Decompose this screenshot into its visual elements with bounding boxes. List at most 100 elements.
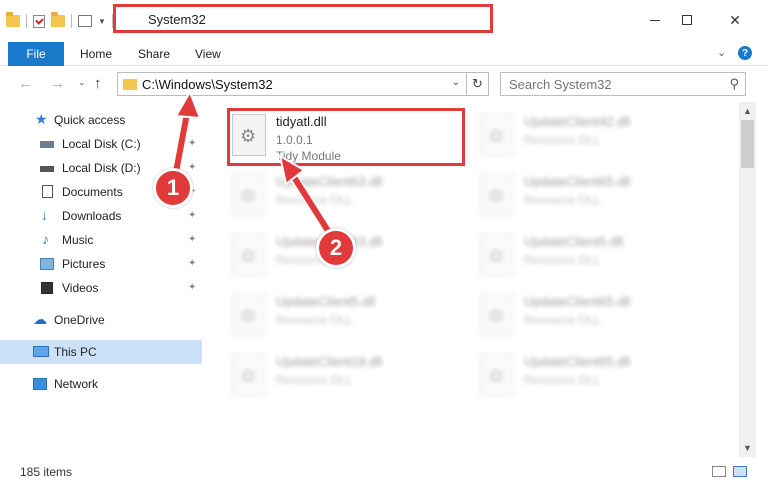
file-tile[interactable]: ⚙ UpdateClient65.dll Resource DLL xyxy=(476,346,706,404)
details-view-icon[interactable] xyxy=(712,466,726,477)
this-pc-icon xyxy=(33,346,49,357)
folder-icon xyxy=(123,79,137,90)
file-name: UpdateClient65.dll xyxy=(524,294,631,309)
scrollbar-thumb[interactable] xyxy=(741,120,754,168)
documents-icon xyxy=(42,185,53,198)
up-arrow-icon[interactable]: ↑ xyxy=(94,75,102,92)
pin-icon: ✦ xyxy=(188,282,197,293)
dll-file-icon: ⚙ xyxy=(232,294,266,336)
pin-icon: ✦ xyxy=(188,138,197,149)
gear-icon: ⚙ xyxy=(488,366,505,386)
tab-home[interactable]: Home xyxy=(80,47,112,61)
ribbon-tabs: File Home Share View ⌄ ? xyxy=(0,40,769,66)
gear-icon: ⚙ xyxy=(240,246,257,266)
file-tile[interactable]: ⚙ UpdateClient65.dll Resource DLL xyxy=(476,286,706,344)
gear-icon: ⚙ xyxy=(488,246,505,266)
maximize-button[interactable] xyxy=(664,0,710,40)
refresh-icon: ↻ xyxy=(472,76,483,91)
scroll-up-arrow-icon[interactable]: ▲ xyxy=(743,106,752,116)
file-description: Resource DLL xyxy=(276,193,353,207)
close-icon: ✕ xyxy=(729,11,741,28)
file-description: Resource DLL xyxy=(524,193,601,207)
search-input[interactable] xyxy=(509,76,709,92)
scroll-down-arrow-icon[interactable]: ▼ xyxy=(743,443,752,453)
sidebar-item-music[interactable]: ♪ Music ✦ xyxy=(0,228,202,252)
file-description: Resource DLL xyxy=(276,373,353,387)
sidebar-item-label: Pictures xyxy=(62,257,106,271)
search-icon[interactable]: ⚲ xyxy=(729,76,739,92)
new-folder-icon[interactable] xyxy=(51,12,65,27)
star-icon: ★ xyxy=(35,111,48,127)
sidebar-item-pictures[interactable]: Pictures ✦ xyxy=(0,252,202,276)
callout-badge-1: 1 xyxy=(153,168,193,208)
dll-file-icon: ⚙ xyxy=(232,234,266,276)
refresh-button[interactable]: ↻ xyxy=(467,72,489,96)
download-icon: ↓ xyxy=(41,207,48,223)
dll-file-icon: ⚙ xyxy=(480,354,514,396)
gear-icon: ⚙ xyxy=(488,126,505,146)
search-box[interactable]: ⚲ xyxy=(500,72,746,96)
large-icons-view-icon[interactable] xyxy=(733,466,747,477)
vertical-scrollbar[interactable]: ▲ ▼ xyxy=(739,102,756,457)
gear-icon: ⚙ xyxy=(488,186,505,206)
gear-icon: ⚙ xyxy=(240,186,257,206)
file-tile[interactable]: ⚙ UpdateClient65.dll Resource DLL xyxy=(476,166,706,224)
dll-file-icon: ⚙ xyxy=(232,174,266,216)
customize-toolbar-icon[interactable] xyxy=(78,15,92,27)
forward-arrow-icon[interactable]: → xyxy=(50,75,65,92)
sidebar-item-label: Network xyxy=(54,377,99,391)
sidebar-item-onedrive[interactable]: ☁ OneDrive xyxy=(0,308,202,332)
folder-icon[interactable] xyxy=(6,12,20,27)
file-description: Resource DLL xyxy=(524,133,601,147)
file-name: UpdateClient65.dll xyxy=(524,174,631,189)
sidebar-item-label: Documents xyxy=(62,185,123,199)
navigation-pane: ★ Quick access Local Disk (C:) ✦ Local D… xyxy=(0,102,202,457)
pin-icon: ✦ xyxy=(188,258,197,269)
pin-icon: ✦ xyxy=(188,210,197,221)
recent-locations-chevron-icon[interactable]: ⌄ xyxy=(78,77,86,88)
file-tile[interactable]: ⚙ UpdateClient5.dll Resource DLL xyxy=(228,286,458,344)
file-tile[interactable]: ⚙ UpdateClient63.dll Resource DLL xyxy=(228,166,458,224)
gear-icon: ⚙ xyxy=(240,306,257,326)
file-tile[interactable]: ⚙ UpdateClient5.dll Resource DLL xyxy=(476,226,706,284)
properties-check-icon[interactable] xyxy=(33,14,45,28)
file-name: UpdateClient5.dll xyxy=(276,294,376,309)
back-arrow-icon[interactable]: ← xyxy=(18,75,33,92)
toolbar-separator xyxy=(26,14,27,28)
file-tile[interactable]: ⚙ UpdateClient42.dll Resource DLL xyxy=(476,106,706,164)
toolbar-separator xyxy=(71,14,72,28)
close-button[interactable]: ✕ xyxy=(712,0,758,40)
tab-share[interactable]: Share xyxy=(138,47,170,61)
file-tile[interactable]: ⚙ UpdateClient19.dll Resource DLL xyxy=(228,346,458,404)
address-history-chevron-icon[interactable]: ⌄ xyxy=(452,77,460,88)
callout-badge-2: 2 xyxy=(316,228,356,268)
chevron-down-icon[interactable]: ▼ xyxy=(98,17,106,26)
sidebar-item-label: Local Disk (D:) xyxy=(62,161,141,175)
sidebar-item-quick-access[interactable]: ★ Quick access xyxy=(0,108,202,132)
dll-file-icon: ⚙ xyxy=(480,114,514,156)
sidebar-item-this-pc[interactable]: This PC xyxy=(0,340,202,364)
file-name: UpdateClient65.dll xyxy=(524,354,631,369)
maximize-icon xyxy=(682,15,692,25)
tab-view[interactable]: View xyxy=(195,47,221,61)
gear-icon: ⚙ xyxy=(488,306,505,326)
address-bar[interactable]: C:\Windows\System32 ⌄ xyxy=(117,72,467,96)
dll-file-icon: ⚙ xyxy=(232,354,266,396)
expand-ribbon-chevron-icon[interactable]: ⌄ xyxy=(717,46,726,59)
sidebar-item-network[interactable]: Network xyxy=(0,372,202,396)
minimize-icon xyxy=(650,19,660,21)
sidebar-item-label: Music xyxy=(62,233,94,247)
help-icon[interactable]: ? xyxy=(738,46,752,60)
file-name: UpdateClient63.dll xyxy=(276,174,383,189)
file-name: UpdateClient42.dll xyxy=(524,114,631,129)
sidebar-item-local-disk-c[interactable]: Local Disk (C:) ✦ xyxy=(0,132,202,156)
dll-file-icon: ⚙ xyxy=(480,234,514,276)
sidebar-item-label: Downloads xyxy=(62,209,122,223)
address-path[interactable]: C:\Windows\System32 xyxy=(142,77,273,92)
sidebar-item-videos[interactable]: Videos ✦ xyxy=(0,276,202,300)
file-description: Resource DLL xyxy=(524,253,601,267)
quick-access-toolbar: ▼ xyxy=(6,12,113,28)
tab-file[interactable]: File xyxy=(8,42,64,66)
file-description: Resource DLL xyxy=(276,313,353,327)
pin-icon: ✦ xyxy=(188,234,197,245)
